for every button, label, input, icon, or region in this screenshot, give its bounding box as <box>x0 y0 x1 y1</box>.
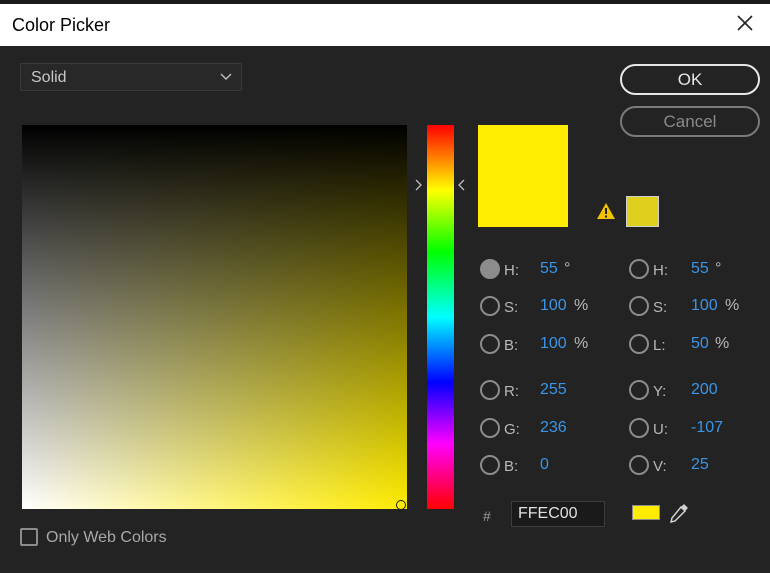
ok-button[interactable]: OK <box>620 64 760 95</box>
yuv-u-radio[interactable] <box>629 418 649 438</box>
hsl-hue-label: H: <box>653 262 668 279</box>
hsb-saturation-row: S: 100 % <box>480 295 590 319</box>
yuv-u-value[interactable]: -107 <box>691 419 723 437</box>
yuv-u-label: U: <box>653 421 668 438</box>
hsb-brightness-radio[interactable] <box>480 334 500 354</box>
hsl-hue-radio[interactable] <box>629 259 649 279</box>
hsl-lightness-row: L: 50 % <box>629 333 749 357</box>
hsb-saturation-radio[interactable] <box>480 296 500 316</box>
rgb-green-row: G: 236 <box>480 417 590 441</box>
hsb-hue-label: H: <box>504 262 519 279</box>
hsl-lightness-value[interactable]: 50 <box>691 335 709 353</box>
yuv-v-radio[interactable] <box>629 455 649 475</box>
hsb-hue-radio[interactable] <box>480 259 500 279</box>
hsb-saturation-label: S: <box>504 299 519 316</box>
rgb-red-label: R: <box>504 383 519 400</box>
hsl-saturation-row: S: 100 % <box>629 295 749 319</box>
hue-arrow-right-icon <box>415 179 422 191</box>
hsb-saturation-unit: % <box>574 297 589 314</box>
title-bar: Color Picker <box>0 0 770 46</box>
yuv-v-row: V: 25 <box>629 454 749 478</box>
websafe-color-swatch[interactable] <box>626 196 659 227</box>
yuv-y-radio[interactable] <box>629 380 649 400</box>
hsl-saturation-unit: % <box>725 297 740 314</box>
rgb-red-radio[interactable] <box>480 380 500 400</box>
chevron-down-icon <box>220 73 232 80</box>
hsb-brightness-value[interactable]: 100 <box>540 335 567 353</box>
yuv-v-label: V: <box>653 458 667 475</box>
hsb-hue-value[interactable]: 55 <box>540 260 558 278</box>
hsl-lightness-label: L: <box>653 337 666 354</box>
saturation-brightness-field[interactable] <box>22 125 407 509</box>
hex-label: # <box>483 508 491 524</box>
warning-icon[interactable] <box>596 202 616 220</box>
yuv-v-value[interactable]: 25 <box>691 456 709 474</box>
rgb-green-radio[interactable] <box>480 418 500 438</box>
hsl-saturation-label: S: <box>653 299 668 316</box>
close-button[interactable] <box>730 8 760 38</box>
hsb-hue-row: H: 55 ° <box>480 258 590 282</box>
selected-color-mini-swatch <box>632 505 660 520</box>
hex-input[interactable]: FFEC00 <box>511 501 605 527</box>
yuv-y-row: Y: 200 <box>629 379 749 403</box>
rgb-blue-label: B: <box>504 458 519 475</box>
hsl-hue-unit: ° <box>715 260 722 277</box>
hsl-lightness-radio[interactable] <box>629 334 649 354</box>
rgb-green-value[interactable]: 236 <box>540 419 567 437</box>
eyedropper-icon[interactable] <box>667 501 691 525</box>
hsl-lightness-unit: % <box>715 335 730 352</box>
fill-mode-value: Solid <box>31 69 67 86</box>
rgb-blue-row: B: 0 <box>480 454 590 478</box>
hsb-saturation-value[interactable]: 100 <box>540 297 567 315</box>
new-color-swatch <box>478 125 568 227</box>
hsb-hue-unit: ° <box>564 260 571 277</box>
color-field-marker[interactable] <box>396 500 406 510</box>
only-web-colors-checkbox[interactable] <box>20 528 38 546</box>
hsl-hue-row: H: 55 ° <box>629 258 749 282</box>
rgb-green-label: G: <box>504 421 520 438</box>
cancel-button[interactable]: Cancel <box>620 106 760 137</box>
color-picker-dialog: Solid OK Cancel H: 55 ° S: 100 % B: 100 … <box>0 46 770 573</box>
hsb-brightness-label: B: <box>504 337 519 354</box>
yuv-u-row: U: -107 <box>629 417 749 441</box>
rgb-blue-value[interactable]: 0 <box>540 456 549 474</box>
rgb-red-row: R: 255 <box>480 379 590 403</box>
close-icon <box>737 15 753 31</box>
hsl-saturation-value[interactable]: 100 <box>691 297 718 315</box>
hsl-saturation-radio[interactable] <box>629 296 649 316</box>
only-web-colors-label: Only Web Colors <box>46 529 167 546</box>
rgb-blue-radio[interactable] <box>480 455 500 475</box>
yuv-y-label: Y: <box>653 383 667 400</box>
hsb-brightness-row: B: 100 % <box>480 333 590 357</box>
hue-slider[interactable] <box>427 125 454 509</box>
hsl-hue-value[interactable]: 55 <box>691 260 709 278</box>
window-title: Color Picker <box>12 15 111 35</box>
hsb-brightness-unit: % <box>574 335 589 352</box>
rgb-red-value[interactable]: 255 <box>540 381 567 399</box>
hue-arrow-left-icon <box>458 179 465 191</box>
yuv-y-value[interactable]: 200 <box>691 381 718 399</box>
fill-mode-dropdown[interactable]: Solid <box>20 63 242 91</box>
